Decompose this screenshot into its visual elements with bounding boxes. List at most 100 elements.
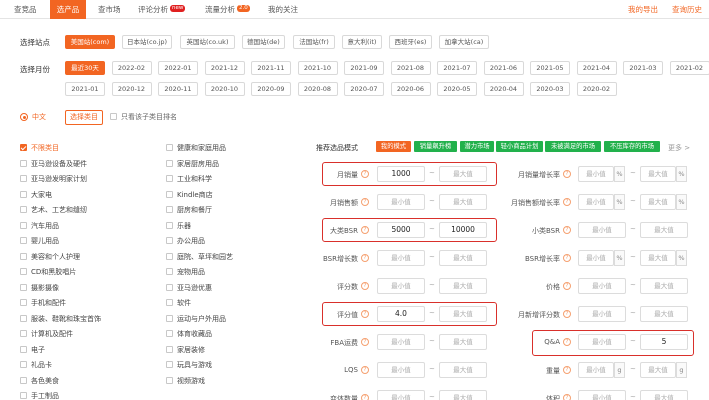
- filter-max-input[interactable]: 最大值: [640, 390, 688, 400]
- filter-max-input[interactable]: 最大值: [640, 362, 676, 378]
- month-chip[interactable]: 2021-02: [669, 61, 709, 75]
- filter-max-input[interactable]: 最大值: [439, 194, 487, 210]
- tab-my-follow[interactable]: 我的关注: [268, 0, 308, 19]
- category-checkbox[interactable]: [20, 237, 27, 244]
- site-chip[interactable]: 德国站(de): [242, 35, 285, 49]
- category-checkbox[interactable]: [166, 144, 173, 151]
- tab-traffic-analysis[interactable]: 流量分析 2.0: [205, 0, 263, 19]
- filter-max-input[interactable]: 最大值: [439, 278, 487, 294]
- mode-chip-my[interactable]: 我的模式: [376, 141, 411, 152]
- month-chip[interactable]: 2021-09: [344, 61, 384, 75]
- filter-max-input[interactable]: 最大值: [640, 278, 688, 294]
- filter-min-input[interactable]: 最小值: [578, 166, 614, 182]
- month-chip[interactable]: 2021-10: [297, 61, 338, 75]
- month-chip[interactable]: 2021-12: [204, 61, 245, 75]
- category-checkbox[interactable]: [20, 299, 27, 306]
- category-checkbox[interactable]: [20, 330, 27, 337]
- category-checkbox[interactable]: [166, 190, 173, 198]
- filter-max-input[interactable]: 最大值: [439, 362, 487, 378]
- subcategory-checkbox[interactable]: [110, 113, 117, 120]
- category-checkbox[interactable]: [20, 345, 27, 353]
- category-checkbox[interactable]: [20, 190, 27, 198]
- query-history-link[interactable]: 查询历史: [672, 0, 702, 19]
- tab-market[interactable]: 查市场: [98, 0, 128, 19]
- site-chip[interactable]: 美国站(com): [65, 35, 115, 49]
- site-chip[interactable]: 加拿大站(ca): [439, 35, 489, 49]
- month-chip[interactable]: 2020-03: [530, 82, 570, 96]
- filter-min-input[interactable]: 最小值: [377, 250, 425, 266]
- tab-review-analysis[interactable]: 评论分析 new: [138, 0, 200, 19]
- filter-max-input[interactable]: 最大值: [439, 250, 487, 266]
- month-chip[interactable]: 2020-12: [111, 82, 152, 96]
- tab-competitor[interactable]: 查竞品: [14, 0, 44, 19]
- site-chip[interactable]: 意大利(it): [342, 35, 382, 49]
- category-checkbox[interactable]: [166, 206, 173, 213]
- mode-chip[interactable]: 潜力市场: [460, 141, 494, 152]
- choose-category-button[interactable]: 选择类目: [65, 110, 103, 125]
- month-chip[interactable]: 2020-05: [437, 82, 477, 96]
- month-chip[interactable]: 2022-02: [111, 61, 152, 75]
- category-checkbox[interactable]: [166, 159, 173, 167]
- month-chip[interactable]: 2021-04: [576, 61, 617, 75]
- filter-max-input[interactable]: 最大值: [439, 334, 487, 350]
- category-checkbox[interactable]: [20, 268, 27, 275]
- category-checkbox[interactable]: [20, 159, 27, 167]
- category-checkbox[interactable]: [166, 237, 173, 244]
- filter-max-input[interactable]: 最大值: [439, 390, 487, 400]
- filter-min-input[interactable]: 最小值: [377, 334, 425, 350]
- site-chip[interactable]: 法国站(fr): [293, 35, 335, 49]
- month-chip[interactable]: 2020-10: [204, 82, 245, 96]
- filter-min-input[interactable]: 最小值: [578, 306, 626, 322]
- month-chip[interactable]: 2021-05: [530, 61, 570, 75]
- category-checkbox[interactable]: [20, 376, 27, 384]
- month-chip[interactable]: 2021-11: [251, 61, 291, 75]
- my-export-link[interactable]: 我的导出: [628, 0, 658, 19]
- site-chip[interactable]: 西班牙(es): [389, 35, 432, 49]
- month-chip[interactable]: 2020-04: [483, 82, 524, 96]
- category-checkbox[interactable]: [166, 299, 173, 306]
- category-checkbox[interactable]: [20, 206, 27, 213]
- category-checkbox[interactable]: [166, 283, 173, 291]
- mode-chip[interactable]: 未被满足的市场: [545, 141, 601, 152]
- month-chip[interactable]: 2021-03: [623, 61, 663, 75]
- more-modes-link[interactable]: 更多 >: [668, 143, 690, 153]
- tab-product-select[interactable]: 选产品: [50, 0, 86, 19]
- category-checkbox[interactable]: [166, 268, 173, 275]
- month-chip[interactable]: 2020-07: [344, 82, 384, 96]
- category-checkbox[interactable]: [20, 283, 27, 291]
- category-checkbox[interactable]: [166, 221, 173, 229]
- filter-min-input[interactable]: 最小值: [578, 194, 614, 210]
- mode-chip[interactable]: 不压库存的市场: [604, 141, 660, 152]
- month-chip[interactable]: 2020-06: [390, 82, 431, 96]
- month-chip[interactable]: 2021-07: [437, 61, 477, 75]
- category-checkbox[interactable]: [20, 361, 27, 368]
- category-checkbox[interactable]: [166, 314, 173, 322]
- category-checkbox[interactable]: [20, 221, 27, 229]
- filter-max-input[interactable]: 最大值: [640, 194, 676, 210]
- filter-max-input[interactable]: 最大值: [640, 250, 676, 266]
- category-checkbox[interactable]: [20, 175, 27, 182]
- filter-max-input[interactable]: 最大值: [640, 166, 676, 182]
- month-chip[interactable]: 2021-06: [483, 61, 524, 75]
- month-chip[interactable]: 最近30天: [65, 61, 105, 75]
- category-checkbox[interactable]: [166, 361, 173, 368]
- category-checkbox[interactable]: [20, 252, 27, 260]
- month-chip[interactable]: 2021-08: [390, 61, 431, 75]
- filter-min-input[interactable]: 最小值: [377, 390, 425, 400]
- month-chip[interactable]: 2020-02: [576, 82, 617, 96]
- month-chip[interactable]: 2020-09: [251, 82, 291, 96]
- category-checkbox[interactable]: [166, 330, 173, 337]
- site-chip[interactable]: 日本站(co.jp): [122, 35, 172, 49]
- category-checkbox[interactable]: [20, 314, 27, 322]
- filter-min-input[interactable]: 最小值: [578, 390, 626, 400]
- chinese-radio[interactable]: [20, 113, 28, 121]
- category-checkbox[interactable]: [166, 376, 173, 384]
- mode-chip[interactable]: 轻小商品计划: [496, 141, 543, 152]
- filter-max-input[interactable]: 最大值: [640, 222, 688, 238]
- filter-min-input[interactable]: 最小值: [377, 278, 425, 294]
- category-checkbox[interactable]: [166, 345, 173, 353]
- month-chip[interactable]: 2021-01: [65, 82, 105, 96]
- filter-min-input[interactable]: 最小值: [578, 278, 626, 294]
- month-chip[interactable]: 2022-01: [158, 61, 198, 75]
- month-chip[interactable]: 2020-08: [297, 82, 338, 96]
